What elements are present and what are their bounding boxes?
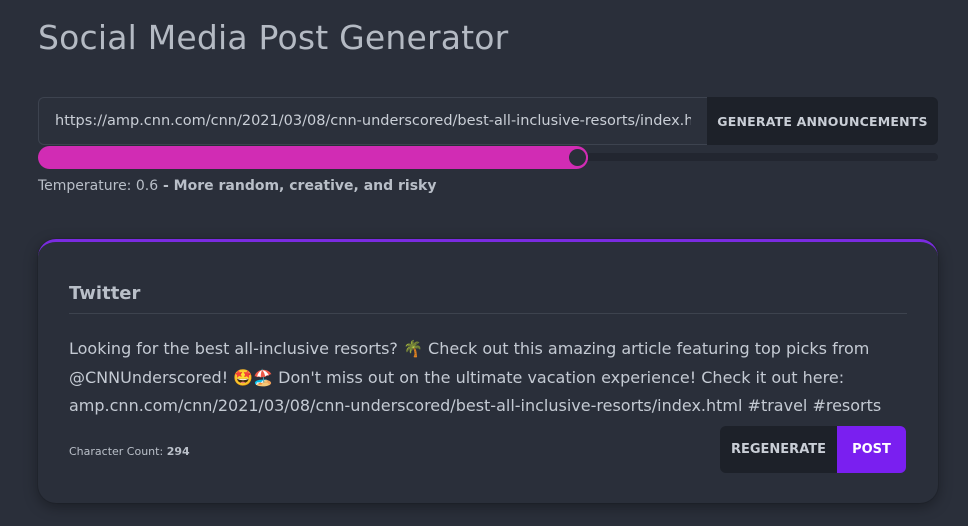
character-count: Character Count: 294	[69, 445, 190, 458]
slider-thumb[interactable]	[567, 147, 588, 168]
page-title: Social Media Post Generator	[38, 18, 509, 57]
generate-announcements-button[interactable]: GENERATE ANNOUNCEMENTS	[707, 97, 938, 145]
regenerate-button[interactable]: REGENERATE	[720, 426, 837, 473]
url-input[interactable]	[38, 97, 707, 145]
url-input-group: GENERATE ANNOUNCEMENTS	[38, 97, 938, 145]
page: Social Media Post Generator GENERATE ANN…	[0, 0, 968, 526]
temperature-label-prefix: Temperature:	[38, 178, 136, 194]
character-count-value: 294	[166, 445, 190, 458]
temperature-description: - More random, creative, and risky	[158, 178, 437, 194]
card-divider	[69, 313, 907, 314]
post-card: Twitter Looking for the best all-inclusi…	[38, 239, 938, 503]
slider-fill	[38, 146, 588, 169]
character-count-label: Character Count:	[69, 445, 167, 458]
card-platform-title: Twitter	[69, 283, 141, 304]
temperature-label: Temperature: 0.6 - More random, creative…	[38, 178, 436, 194]
temperature-value: 0.6	[135, 178, 159, 194]
post-text: Looking for the best all-inclusive resor…	[69, 339, 882, 415]
temperature-slider[interactable]	[38, 146, 938, 169]
post-button[interactable]: POST	[837, 426, 906, 473]
